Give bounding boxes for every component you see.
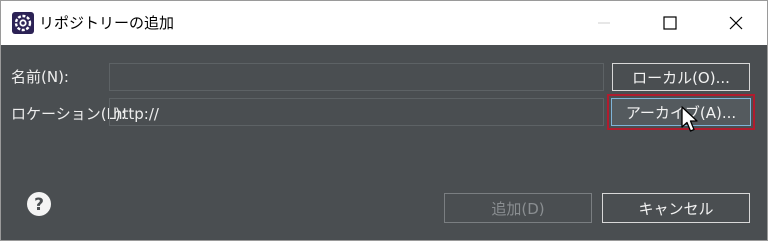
local-button[interactable]: ローカル(O)... <box>612 63 750 91</box>
maximize-button[interactable] <box>647 1 693 45</box>
local-button-label: ローカル(O)... <box>632 68 730 87</box>
eclipse-gear-icon <box>12 12 34 34</box>
location-field-border <box>109 98 604 126</box>
add-button[interactable]: 追加(D) <box>444 193 592 223</box>
mouse-pointer-icon <box>680 106 700 134</box>
location-label: ロケーション(L): <box>11 105 126 123</box>
add-button-label: 追加(D) <box>491 199 545 218</box>
help-question-icon[interactable]: ? <box>26 191 52 217</box>
minimize-icon <box>598 22 610 24</box>
name-label: 名前(N): <box>11 68 69 86</box>
cancel-button[interactable]: キャンセル <box>602 193 750 223</box>
window-title: リポジトリーの追加 <box>39 14 175 32</box>
minimize-button[interactable] <box>581 1 627 45</box>
title-bar: リポジトリーの追加 <box>1 1 767 45</box>
maximize-icon <box>663 16 677 30</box>
name-field[interactable] <box>109 63 604 91</box>
location-field[interactable]: http:// <box>113 104 159 124</box>
cancel-button-label: キャンセル <box>638 199 714 218</box>
svg-text:?: ? <box>34 195 44 215</box>
add-repository-dialog: リポジトリーの追加 名前(N): ロケーション(L): http:// ローカル… <box>0 0 768 241</box>
close-icon <box>729 16 743 30</box>
close-button[interactable] <box>713 1 759 45</box>
